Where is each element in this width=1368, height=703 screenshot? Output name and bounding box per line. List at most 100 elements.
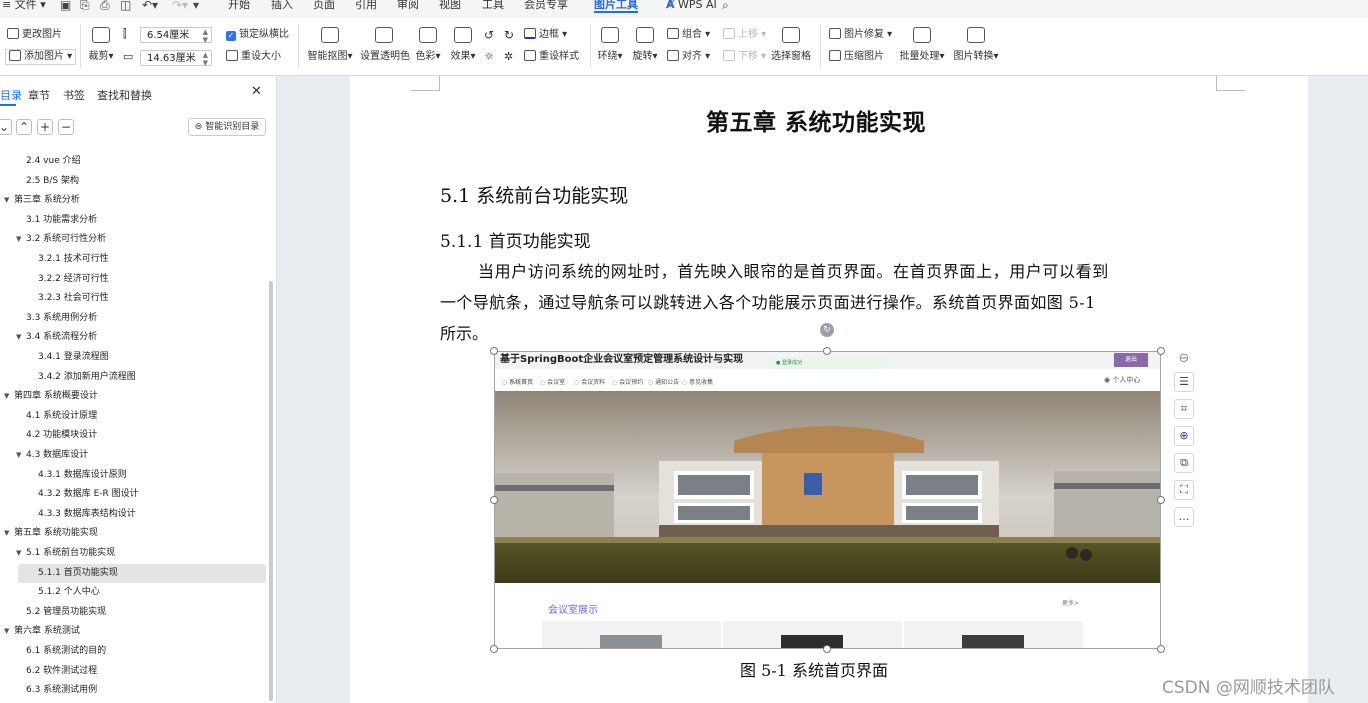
add-icon[interactable]: + bbox=[37, 119, 53, 135]
tab-member[interactable]: 会员专享 bbox=[524, 0, 568, 13]
lock-ratio-checkbox[interactable]: ✓ 锁定纵横比 bbox=[226, 28, 289, 42]
paragraph-line[interactable]: 当用户访问系统的网址时，首先映入眼帘的是首页界面。在首页界面上，用户可以看到 bbox=[478, 258, 1109, 282]
group-button[interactable]: 组合 ▾ bbox=[667, 28, 710, 42]
toc-item[interactable]: 3.4.2 添加新用户流程图 bbox=[0, 368, 270, 387]
tab-find-replace[interactable]: 查找和替换 bbox=[97, 87, 152, 103]
resize-handle[interactable] bbox=[1157, 347, 1165, 355]
subsection-heading[interactable]: 5.1.1 首页功能实现 bbox=[440, 227, 591, 252]
resize-handle[interactable] bbox=[1157, 496, 1165, 504]
resize-handle[interactable] bbox=[1157, 645, 1165, 653]
toc-item[interactable]: ▼ 第三章 系统分析 bbox=[0, 191, 270, 210]
toc-item[interactable]: 4.3.1 数据库设计原则 bbox=[0, 466, 270, 485]
tab-chapters[interactable]: 章节 bbox=[28, 87, 50, 103]
extract-text-icon[interactable]: ⛶ bbox=[1174, 480, 1194, 500]
smart-cutout-button[interactable]: 智能抠图▾ bbox=[307, 27, 353, 62]
toc-item[interactable]: 3.2.3 社会可行性 bbox=[0, 289, 270, 308]
toc-item[interactable]: ▼ 第四章 系统概要设计 bbox=[0, 387, 270, 406]
height-input[interactable]: 14.63厘米 ▲ ▼ bbox=[140, 50, 212, 67]
toc-item[interactable]: 3.2.1 技术可行性 bbox=[0, 250, 270, 269]
search-icon[interactable]: ⌕ bbox=[722, 0, 729, 13]
resize-handle[interactable] bbox=[823, 347, 831, 355]
share-icon[interactable]: ⎘ bbox=[80, 0, 90, 13]
zoom-in-icon[interactable]: ⊕ bbox=[1174, 426, 1194, 446]
resize-handle[interactable] bbox=[490, 496, 498, 504]
wrap-button[interactable]: 环绕▾ bbox=[596, 27, 624, 62]
batch-process-button[interactable]: 批量处理▾ bbox=[898, 27, 946, 62]
tab-view[interactable]: 视图 bbox=[439, 0, 461, 13]
chevron-down-icon[interactable]: ▼ bbox=[4, 191, 9, 210]
tab-home[interactable]: 开始 bbox=[228, 0, 250, 13]
toc-item[interactable]: 2.4 vue 介绍 bbox=[0, 152, 270, 171]
more-qa-icon[interactable]: ▾ bbox=[193, 0, 199, 12]
toc-item[interactable]: 6.2 软件测试过程 bbox=[0, 662, 270, 681]
toc-item[interactable]: 3.3 系统用例分析 bbox=[0, 309, 270, 328]
resize-handle[interactable] bbox=[490, 645, 498, 653]
image-convert-button[interactable]: 图片转换▾ bbox=[952, 27, 1000, 62]
color-button[interactable]: 色彩▾ bbox=[414, 27, 442, 62]
tab-bookmarks[interactable]: 书签 bbox=[63, 87, 85, 103]
contrast-icon[interactable]: ✲ bbox=[504, 50, 513, 64]
align-button[interactable]: 对齐 ▾ bbox=[667, 50, 710, 64]
rotate-right-icon[interactable]: ↻ bbox=[504, 28, 514, 42]
chevron-down-icon[interactable]: ▼ bbox=[4, 387, 9, 406]
spinner-icon[interactable]: ▲ ▼ bbox=[203, 51, 208, 67]
collapse-icon[interactable]: ⌄ bbox=[0, 119, 12, 135]
border-button[interactable]: 边框 ▾ bbox=[524, 28, 567, 42]
selection-pane-button[interactable]: 选择窗格 bbox=[771, 27, 811, 62]
toc-item[interactable]: 5.1.1 首页功能实现 bbox=[18, 563, 266, 583]
section-heading[interactable]: 5.1 系统前台功能实现 bbox=[440, 181, 628, 208]
toc-item[interactable]: ▼ 5.1 系统前台功能实现 bbox=[0, 544, 270, 563]
tab-references[interactable]: 引用 bbox=[355, 0, 377, 13]
resize-handle[interactable] bbox=[823, 645, 831, 653]
redo-icon[interactable]: ↷▾ bbox=[172, 0, 188, 12]
layout-options-icon[interactable]: ☰ bbox=[1174, 372, 1194, 392]
toc-item[interactable]: 4.3.3 数据库表结构设计 bbox=[0, 505, 270, 524]
scrollbar[interactable] bbox=[269, 281, 273, 701]
toc-item[interactable]: ▼ 3.4 系统流程分析 bbox=[0, 328, 270, 347]
toc-item[interactable]: 4.3.2 数据库 E-R 图设计 bbox=[0, 485, 270, 504]
close-icon[interactable]: ✕ bbox=[251, 84, 262, 99]
wps-ai-button[interactable]: Ⱥ WPS AI bbox=[666, 0, 717, 13]
chevron-down-icon[interactable]: ▼ bbox=[4, 622, 9, 641]
rotate-handle-icon[interactable]: ↻ bbox=[820, 323, 834, 337]
compress-image-button[interactable]: 压缩图片 bbox=[829, 50, 884, 64]
replace-image-icon[interactable]: ⧉ bbox=[1174, 453, 1194, 473]
width-input[interactable]: 6.54厘米 ▲ ▼ bbox=[140, 27, 212, 44]
image-repair-button[interactable]: 图片修复 ▾ bbox=[829, 28, 892, 42]
chevron-down-icon[interactable]: ▼ bbox=[16, 230, 21, 249]
save-icon[interactable]: ▣ bbox=[60, 0, 71, 12]
toc-item[interactable]: ▼ 第五章 系统功能实现 bbox=[0, 524, 270, 543]
chapter-title[interactable]: 第五章 系统功能实现 bbox=[706, 103, 926, 137]
paragraph-line[interactable]: 一个导航条，通过导航条可以跳转进入各个功能展示页面进行操作。系统首页界面如图 5… bbox=[440, 289, 1096, 313]
toc-item[interactable]: 3.1 功能需求分析 bbox=[0, 211, 270, 230]
smart-toc-button[interactable]: ⊜ 智能识别目录 bbox=[188, 118, 266, 136]
chevron-down-icon[interactable]: ▼ bbox=[16, 544, 21, 563]
tab-review[interactable]: 审阅 bbox=[397, 0, 419, 13]
toc-item[interactable]: ▼ 4.3 数据库设计 bbox=[0, 446, 270, 465]
crop-tool-icon[interactable]: ⌗ bbox=[1174, 399, 1194, 419]
print-icon[interactable]: ⎙ bbox=[100, 0, 110, 13]
change-image-button[interactable]: 更改图片 bbox=[7, 28, 62, 42]
figure-caption[interactable]: 图 5-1 系统首页界面 bbox=[740, 657, 888, 681]
toc-item[interactable]: 6.3 系统测试用例 bbox=[0, 681, 270, 700]
brightness-icon[interactable]: ☼ bbox=[484, 50, 494, 64]
tab-insert[interactable]: 插入 bbox=[271, 0, 293, 13]
tab-picture-tools[interactable]: 图片工具 bbox=[594, 0, 638, 13]
resize-handle[interactable] bbox=[490, 347, 498, 355]
toc-item[interactable]: 5.2 管理员功能实现 bbox=[0, 603, 270, 622]
toc-item[interactable]: 4.2 功能模块设计 bbox=[0, 426, 270, 445]
reset-style-button[interactable]: 重设样式 bbox=[524, 50, 579, 64]
toc-item[interactable]: 3.2.2 经济可行性 bbox=[0, 270, 270, 289]
toc-item[interactable]: ▼ 3.2 系统可行性分析 bbox=[0, 230, 270, 249]
toc-item[interactable]: ▼ 第六章 系统测试 bbox=[0, 622, 270, 641]
rotate-button[interactable]: 旋转▾ bbox=[631, 27, 659, 62]
chevron-down-icon[interactable]: ▼ bbox=[4, 524, 9, 543]
toc-item[interactable]: 2.5 B/S 架构 bbox=[0, 172, 270, 191]
chevron-down-icon[interactable]: ▼ bbox=[16, 328, 21, 347]
chevron-down-icon[interactable]: ▼ bbox=[16, 446, 21, 465]
send-backward-button[interactable]: 下移 ▾ bbox=[723, 50, 766, 64]
reset-size-button[interactable]: 重设大小 bbox=[226, 50, 281, 64]
tab-page[interactable]: 页面 bbox=[313, 0, 335, 13]
toc-item[interactable]: 4.1 系统设计原理 bbox=[0, 407, 270, 426]
tab-tools[interactable]: 工具 bbox=[482, 0, 504, 13]
